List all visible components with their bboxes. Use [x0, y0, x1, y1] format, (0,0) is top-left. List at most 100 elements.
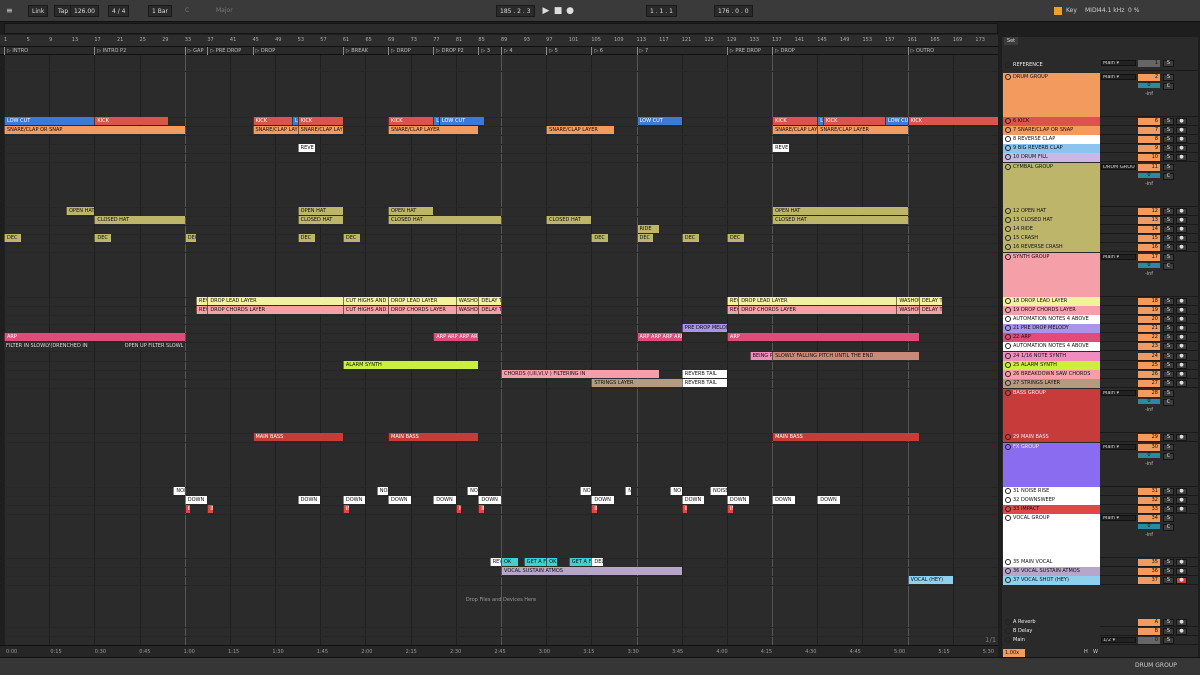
solo-button[interactable]: S [1163, 488, 1174, 495]
arm-button[interactable]: ● [1176, 362, 1187, 369]
clip[interactable]: DELAY TA [478, 306, 501, 314]
track-header[interactable]: 22 ARP 22 S ● [1002, 333, 1198, 342]
solo-button[interactable]: S [1163, 254, 1174, 261]
track-header[interactable]: 9 BIG REVERB CLAP 9 S ● [1002, 144, 1198, 153]
track-header[interactable]: AUTOMATION NOTES 4 ABOVE 20 S ● [1002, 315, 1198, 324]
track-activator-icon[interactable] [1005, 627, 1011, 634]
clip[interactable]: MAIN BASS [252, 433, 343, 441]
clip[interactable]: IN [591, 505, 597, 513]
zoom-level[interactable]: 1.00x [1003, 649, 1025, 657]
track-header[interactable]: 15 CRASH 15 S ● [1002, 234, 1198, 243]
track-activator-icon[interactable] [1005, 324, 1011, 331]
track-header[interactable]: 19 DROP CHORDS LAYER 19 S ● [1002, 306, 1198, 315]
clip[interactable]: DELAY TAIL [918, 306, 942, 314]
track-activator-icon[interactable] [1005, 576, 1011, 583]
solo-button[interactable]: S [1163, 506, 1174, 513]
clip[interactable]: CLOSED HAT [772, 216, 908, 224]
clip[interactable]: DOWN [342, 496, 366, 504]
clip[interactable]: DEC [591, 234, 609, 242]
track-name[interactable]: 8 REVERSE CLAP [1003, 135, 1100, 144]
track-activator-icon[interactable] [1005, 144, 1011, 151]
beat-ruler[interactable]: 1 5 9 13 17 21 25 29 33 37 41 45 49 53 57 61 65 69 73 77 81 8… [0, 35, 998, 47]
track-name[interactable]: DRUM GROUP [1003, 73, 1100, 117]
clip[interactable]: DOWN [817, 496, 840, 504]
track-name[interactable]: 35 MAIN VOCAL [1003, 558, 1100, 567]
clip[interactable]: DROP CHORDS LAYER [207, 306, 343, 314]
solo-button[interactable]: S [1163, 515, 1174, 522]
output-routing-select[interactable]: Main ▾ [1101, 60, 1136, 66]
solo-button[interactable]: S [1163, 325, 1174, 332]
track-name[interactable]: FX GROUP [1003, 443, 1100, 487]
clip[interactable]: LOW CUT [636, 117, 682, 125]
clip[interactable]: NO [670, 487, 682, 495]
clip[interactable]: DEC [726, 234, 744, 242]
locator-4[interactable]: ▷ 4 [501, 47, 513, 55]
track-activator-icon[interactable] [1005, 433, 1011, 440]
track-header[interactable]: 31 NOISE RISE 31 S ● [1002, 487, 1198, 496]
track-activator-icon[interactable] [1005, 333, 1011, 340]
clip[interactable]: KICK [252, 117, 293, 125]
track-number[interactable]: 2 [1138, 74, 1160, 81]
track-number[interactable]: A [1138, 619, 1160, 626]
clip[interactable]: OK [546, 558, 558, 566]
clip[interactable]: DOWN [591, 496, 614, 504]
clip[interactable]: CUT HIGHS AND FI [342, 306, 389, 314]
track-number[interactable]: 27 [1138, 380, 1160, 387]
output-routing-select[interactable]: DRUM GROU ▾ [1101, 164, 1136, 170]
solo-button[interactable]: S [1163, 353, 1174, 360]
solo-button[interactable]: S [1163, 60, 1174, 67]
locator-3[interactable]: ▷ 3 [478, 47, 490, 55]
clip[interactable]: KICK [297, 117, 343, 125]
track-name[interactable]: 14 RIDE [1003, 225, 1100, 234]
track-name[interactable]: 25 ALARM SYNTH [1003, 361, 1100, 370]
menu-icon[interactable]: ≡ [6, 0, 13, 22]
clip[interactable]: WASHOU [896, 297, 919, 305]
clip[interactable]: DEC [94, 234, 112, 242]
track-activator-icon[interactable] [1005, 352, 1011, 359]
arm-button[interactable]: ● [1176, 628, 1187, 635]
track-name[interactable]: 33 IMPACT [1003, 505, 1100, 514]
track-activator-icon[interactable] [1005, 315, 1011, 322]
clip[interactable]: DOWN [388, 496, 411, 504]
track-activator-icon[interactable] [1005, 342, 1011, 349]
clip[interactable]: REV [726, 297, 739, 305]
clip[interactable]: OK [501, 558, 518, 566]
solo-button[interactable]: S [1163, 577, 1174, 584]
track-header[interactable]: 10 DRUM FILL 10 S ● [1002, 153, 1198, 162]
clip[interactable]: SNARE/CLAP LAYER [772, 126, 818, 134]
clip[interactable]: KICK [907, 117, 998, 125]
track-number[interactable]: 34 [1138, 515, 1160, 522]
track-activator-icon[interactable] [1005, 61, 1011, 68]
track-header[interactable]: 37 VOCAL SHOT (HEY) 37 S ● [1002, 576, 1198, 585]
track-number[interactable]: 28 [1138, 390, 1160, 397]
track-header[interactable]: AUTOMATION NOTES 4 ABOVE 23 S ● [1002, 342, 1198, 351]
arm-button[interactable]: ● [1176, 497, 1187, 504]
clip[interactable]: VOCAL (HEY) [907, 576, 953, 584]
clip[interactable]: KICK [94, 117, 168, 125]
track-header[interactable]: A Reverb A S ● [1002, 618, 1198, 627]
track-header[interactable]: 35 MAIN VOCAL 35 S ● [1002, 558, 1198, 567]
arm-button[interactable] [1176, 74, 1187, 81]
clip[interactable]: VOCAL SUSTAIN ATMOS [501, 567, 682, 575]
track-name[interactable]: 36 VOCAL SUSTAIN ATMOS [1003, 567, 1100, 576]
arm-button[interactable]: ● [1176, 343, 1187, 350]
clip[interactable]: DOWN [726, 496, 750, 504]
track-name[interactable]: 13 CLOSED HAT [1003, 216, 1100, 225]
clip[interactable]: SLOWLY FALLING PITCH UNTIL THE END [772, 352, 919, 360]
track-number[interactable]: 30 [1138, 444, 1160, 451]
clip[interactable]: SNARE/CLAP OR SNAP [4, 126, 185, 134]
clip[interactable]: PRE DROP MELODY [681, 324, 727, 332]
clip[interactable]: OPEN HAT [388, 207, 434, 215]
solo-button[interactable]: S [1163, 164, 1174, 171]
clip[interactable]: DEC [636, 234, 654, 242]
clip[interactable]: OPEN HAT [297, 207, 343, 215]
solo-button[interactable]: S [1163, 145, 1174, 152]
track-name[interactable]: 21 PRE DROP MELODY [1003, 324, 1100, 333]
track-name[interactable]: 19 DROP CHORDS LAYER [1003, 306, 1100, 315]
locator-intro-p2[interactable]: ▷ INTRO P2 [94, 47, 126, 55]
track-number[interactable]: 35 [1138, 559, 1160, 566]
track-number[interactable]: 21 [1138, 325, 1160, 332]
locator-row[interactable]: ▷ INTRO ▷ INTRO P2 ▷ GAP ▷ PRE DROP ▷ DROP ▷ … [0, 47, 998, 55]
solo-button[interactable]: S [1163, 362, 1174, 369]
track-name[interactable]: Main [1003, 636, 1100, 645]
